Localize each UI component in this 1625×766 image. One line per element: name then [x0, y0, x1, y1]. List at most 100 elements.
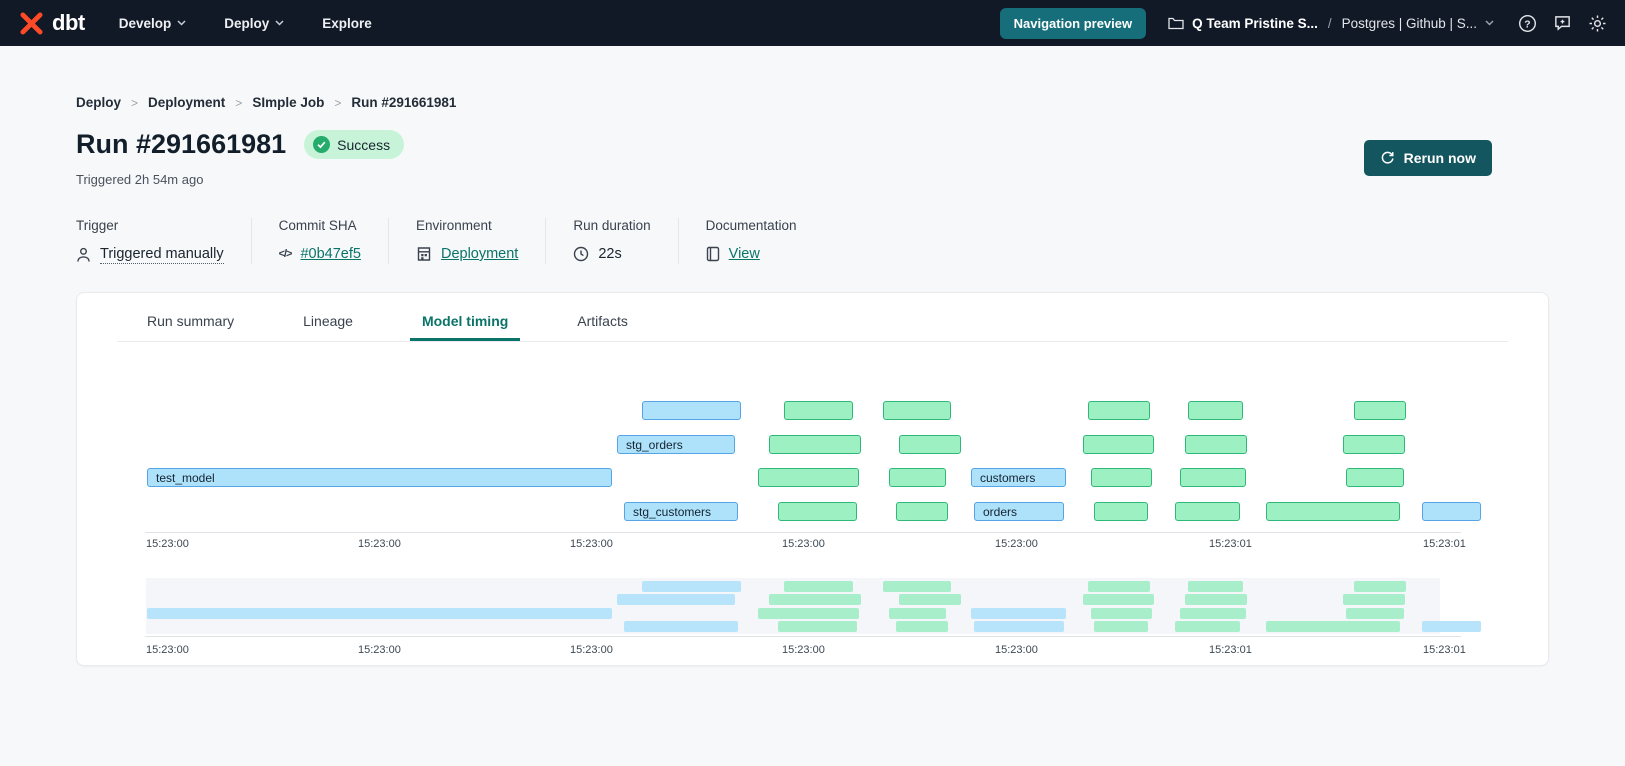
- gantt-bar[interactable]: [1266, 502, 1400, 521]
- axis-tick-label: 15:23:00: [570, 644, 613, 656]
- triggered-timestamp: Triggered 2h 54m ago: [76, 172, 203, 187]
- gantt-bar[interactable]: [758, 468, 859, 487]
- project-name: Postgres | Github | S...: [1342, 16, 1477, 31]
- gantt-bar[interactable]: [1422, 502, 1481, 521]
- svg-text:?: ?: [1524, 19, 1530, 30]
- gantt-bar-test_model[interactable]: test_model: [147, 468, 612, 487]
- breadcrumb-deployment[interactable]: Deployment: [148, 95, 225, 110]
- navigation-preview-button[interactable]: Navigation preview: [1000, 8, 1146, 39]
- gantt-bar[interactable]: [784, 401, 853, 420]
- nav-item-deploy[interactable]: Deploy: [224, 16, 284, 31]
- breadcrumb-deploy[interactable]: Deploy: [76, 95, 121, 110]
- gantt-bar: [1180, 608, 1246, 619]
- gantt-bar-orders[interactable]: orders: [974, 502, 1064, 521]
- database-icon: [416, 246, 432, 262]
- gantt-bar[interactable]: [889, 468, 946, 487]
- gantt-bar: [769, 594, 861, 605]
- gantt-bar-label: stg_orders: [618, 438, 683, 452]
- trigger-value[interactable]: Triggered manually: [100, 246, 224, 264]
- axis-tick-label: 15:23:01: [1209, 644, 1252, 656]
- environment-link[interactable]: Deployment: [441, 246, 518, 262]
- gantt-bar[interactable]: [1343, 435, 1405, 454]
- gantt-bar-label: stg_customers: [625, 505, 711, 519]
- gantt-bar-test_model: [147, 608, 612, 619]
- run-detail-card: Run summary Lineage Model timing Artifac…: [76, 292, 1549, 666]
- gantt-bar-customers[interactable]: customers: [971, 468, 1066, 487]
- tab-bar: Run summary Lineage Model timing Artifac…: [117, 293, 1508, 342]
- gantt-bar[interactable]: [642, 401, 741, 420]
- model-timing-gantt: stg_orders test_model customers stg_custome…: [77, 368, 1548, 533]
- dbt-wordmark: dbt: [52, 10, 85, 36]
- gantt-bar: [1088, 581, 1150, 592]
- gantt-bar[interactable]: [883, 401, 951, 420]
- success-check-icon: [313, 136, 330, 153]
- clock-icon: [573, 246, 589, 262]
- tab-lineage[interactable]: Lineage: [291, 313, 365, 341]
- rerun-now-button[interactable]: Rerun now: [1364, 140, 1492, 176]
- nav-item-develop[interactable]: Develop: [119, 16, 187, 31]
- gantt-bar[interactable]: [769, 435, 861, 454]
- tab-run-summary[interactable]: Run summary: [135, 313, 246, 341]
- overview-axis-labels: 15:23:0015:23:0015:23:0015:23:0015:23:00…: [77, 637, 1548, 661]
- account-name: Q Team Pristine S...: [1192, 16, 1318, 31]
- axis-tick-label: 15:23:00: [782, 538, 825, 550]
- gantt-bar[interactable]: [899, 435, 961, 454]
- gantt-bar[interactable]: [1091, 468, 1152, 487]
- code-icon: </>: [279, 248, 292, 260]
- gantt-bar[interactable]: [1185, 435, 1247, 454]
- feedback-icon[interactable]: [1553, 14, 1572, 33]
- gantt-bar: [1188, 581, 1243, 592]
- gantt-bar: [642, 581, 741, 592]
- documentation-view-link[interactable]: View: [729, 246, 760, 262]
- gantt-bar[interactable]: [1188, 401, 1243, 420]
- axis-tick-label: 15:23:00: [358, 538, 401, 550]
- gantt-bar-stg_orders[interactable]: stg_orders: [617, 435, 735, 454]
- gantt-bar: [899, 594, 961, 605]
- top-nav: dbt Develop Deploy Explore Navigation pr…: [0, 0, 1625, 46]
- gantt-bar: [1354, 581, 1406, 592]
- gantt-bar: [883, 581, 951, 592]
- tab-artifacts[interactable]: Artifacts: [565, 313, 640, 341]
- run-duration-value: 22s: [598, 246, 621, 262]
- gantt-bar: [1083, 594, 1154, 605]
- settings-gear-icon[interactable]: [1588, 14, 1607, 33]
- meta-run-duration: Run duration 22s: [573, 218, 678, 264]
- gantt-bar[interactable]: [896, 502, 948, 521]
- commit-sha-link[interactable]: #0b47ef5: [300, 246, 360, 262]
- gantt-bar[interactable]: [1094, 502, 1148, 521]
- nav-item-explore[interactable]: Explore: [322, 16, 372, 31]
- gantt-bar[interactable]: [1175, 502, 1240, 521]
- axis-tick-label: 15:23:01: [1423, 538, 1466, 550]
- gantt-bar: [1175, 621, 1240, 632]
- gantt-bar-stg_customers[interactable]: stg_customers: [624, 502, 738, 521]
- axis-tick-label: 15:23:01: [1209, 538, 1252, 550]
- gantt-bar: [758, 608, 859, 619]
- gantt-bar[interactable]: [1088, 401, 1150, 420]
- breadcrumb-separator: >: [235, 96, 242, 110]
- gantt-bar: [784, 581, 853, 592]
- gantt-bar: [1266, 621, 1400, 632]
- dbt-logo[interactable]: dbt: [18, 10, 85, 37]
- dbt-cloud-run-page: dbt Develop Deploy Explore Navigation pr…: [0, 0, 1625, 766]
- gantt-bar: [778, 621, 857, 632]
- gantt-bar: [1091, 608, 1152, 619]
- gantt-bar[interactable]: [1354, 401, 1406, 420]
- tab-model-timing[interactable]: Model timing: [410, 313, 520, 341]
- gantt-axis-labels: 15:23:0015:23:0015:23:0015:23:0015:23:00…: [77, 533, 1548, 555]
- gantt-bar-customers: [971, 608, 1066, 619]
- gantt-bar[interactable]: [778, 502, 857, 521]
- help-icon[interactable]: ?: [1518, 14, 1537, 33]
- axis-tick-label: 15:23:00: [146, 538, 189, 550]
- gantt-bar: [1422, 621, 1481, 632]
- gantt-bar[interactable]: [1346, 468, 1404, 487]
- breadcrumb-job[interactable]: SImple Job: [252, 95, 324, 110]
- axis-tick-label: 15:23:00: [570, 538, 613, 550]
- gantt-bar[interactable]: [1180, 468, 1246, 487]
- gantt-bar: [1185, 594, 1247, 605]
- axis-tick-label: 15:23:00: [782, 644, 825, 656]
- gantt-bar-orders: [974, 621, 1064, 632]
- dbt-logo-icon: [18, 10, 45, 37]
- gantt-bar[interactable]: [1083, 435, 1154, 454]
- account-project-switcher[interactable]: Q Team Pristine S... / Postgres | Github…: [1168, 16, 1494, 31]
- gantt-bar: [896, 621, 948, 632]
